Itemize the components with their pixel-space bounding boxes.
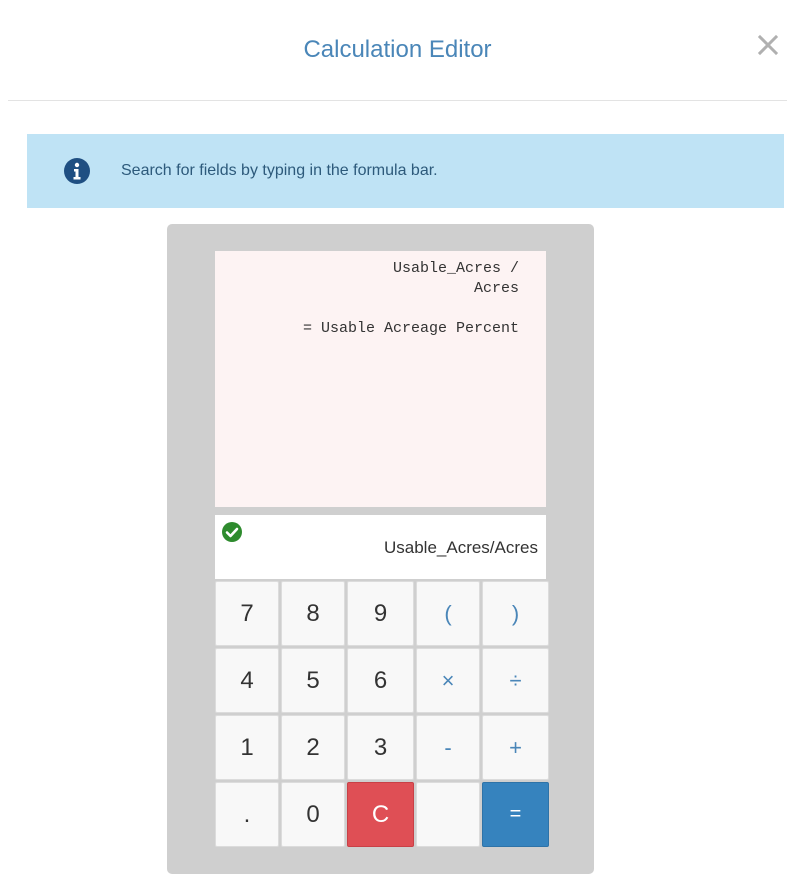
blank-key [416, 782, 480, 847]
key-plus[interactable]: + [482, 715, 549, 780]
equals-button[interactable]: = [482, 782, 549, 847]
close-button[interactable] [755, 32, 781, 58]
clear-button[interactable]: C [347, 782, 414, 847]
header-divider [8, 100, 787, 101]
calculator-panel: Usable_Acres / Acres = Usable Acreage Pe… [167, 224, 594, 874]
key-6[interactable]: 6 [347, 648, 414, 713]
key-open-paren[interactable]: ( [416, 581, 480, 646]
key-0[interactable]: 0 [281, 782, 345, 847]
display-result: = Usable Acreage Percent [302, 320, 519, 337]
key-multiply[interactable]: × [416, 648, 480, 713]
key-7[interactable]: 7 [215, 581, 279, 646]
key-minus[interactable]: - [416, 715, 480, 780]
modal-title: Calculation Editor [303, 36, 492, 63]
formula-bar[interactable]: Usable_Acres/Acres [215, 515, 546, 579]
key-3[interactable]: 3 [347, 715, 414, 780]
close-icon [755, 32, 781, 58]
key-decimal[interactable]: . [215, 782, 279, 847]
check-circle-icon [221, 521, 243, 543]
key-1[interactable]: 1 [215, 715, 279, 780]
formula-display: Usable_Acres / Acres = Usable Acreage Pe… [215, 251, 546, 507]
key-8[interactable]: 8 [281, 581, 345, 646]
key-9[interactable]: 9 [347, 581, 414, 646]
key-4[interactable]: 4 [215, 648, 279, 713]
info-circle-icon [63, 157, 91, 185]
modal-header: Calculation Editor [0, 0, 795, 100]
key-2[interactable]: 2 [281, 715, 345, 780]
key-close-paren[interactable]: ) [482, 581, 549, 646]
key-5[interactable]: 5 [281, 648, 345, 713]
keypad: 7 8 9 ( ) 4 5 6 × ÷ 1 2 3 - + . 0 C = [215, 581, 549, 847]
display-line-1: Usable_Acres / [392, 260, 519, 277]
formula-input[interactable]: Usable_Acres/Acres [384, 538, 538, 558]
info-alert: Search for fields by typing in the formu… [27, 134, 784, 208]
display-line-2: Acres [473, 280, 519, 297]
key-divide[interactable]: ÷ [482, 648, 549, 713]
info-text: Search for fields by typing in the formu… [121, 162, 438, 179]
